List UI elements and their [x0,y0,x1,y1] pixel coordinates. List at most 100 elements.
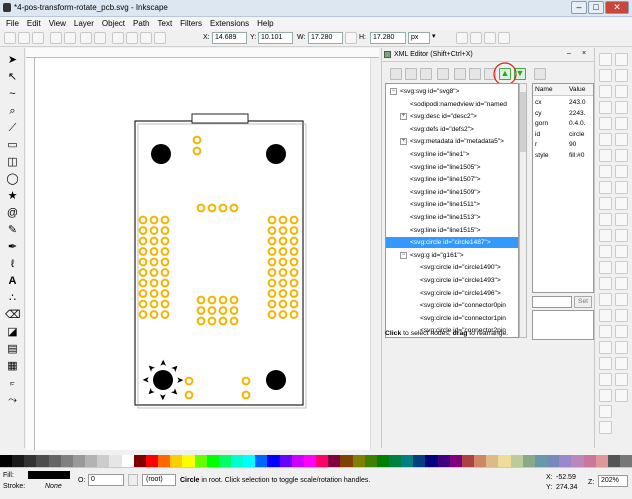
palette-swatch[interactable] [583,455,596,467]
snap-toggle-icon[interactable] [615,213,628,226]
unlink-clone-icon[interactable] [599,309,612,322]
bucket-tool-icon[interactable]: ◪ [5,325,20,340]
palette-swatch[interactable] [352,455,365,467]
snap-toggle-icon[interactable] [615,117,628,130]
import-icon[interactable] [599,117,612,130]
indent-node-icon[interactable] [469,68,481,80]
palette-swatch[interactable] [170,455,183,467]
palette-swatch[interactable] [255,455,268,467]
xml-node-tree[interactable]: − <svg:svg id="svg8"> <sodipodi:namedview … [385,83,519,338]
palette-swatch[interactable] [230,455,244,467]
xml-node[interactable]: <svg:desc id="desc2"> [410,111,477,122]
xml-node[interactable]: <svg:line id="line1509"> [410,187,481,198]
palette-swatch[interactable] [291,455,304,467]
palette-swatch[interactable] [182,455,195,467]
xml-node[interactable]: <svg:circle id="connector0pin [420,300,506,311]
attr-name[interactable]: r [535,140,537,150]
text-font-icon[interactable] [599,373,612,386]
star-tool-icon[interactable]: ★ [5,189,20,204]
palette-swatch[interactable] [12,455,25,467]
palette-swatch[interactable] [24,455,37,467]
raise-icon[interactable] [140,32,152,44]
node-expander-icon[interactable]: + [400,113,407,121]
menu-extensions[interactable]: Extensions [210,19,249,28]
snap-toggle-icon[interactable] [615,53,628,66]
canvas[interactable]: ➤ ➤ ➤ ➤ ➤ ➤ ➤ ➤ [35,58,370,450]
snap-toggle-icon[interactable] [615,325,628,338]
panel-close-icon[interactable]: × [582,50,586,57]
palette-swatch[interactable] [401,455,414,467]
group-icon[interactable] [599,325,612,338]
spray-tool-icon[interactable]: ∴ [5,291,20,306]
close-button[interactable]: ✕ [605,1,629,14]
zoom-drawing-icon[interactable] [599,245,612,258]
tree-scroll-thumb[interactable] [520,92,526,152]
snap-toggle-icon[interactable] [615,261,628,274]
palette-swatch[interactable] [449,455,462,467]
menu-text[interactable]: Text [158,19,173,28]
palette-swatch[interactable] [85,455,98,467]
palette-swatch[interactable] [218,455,231,467]
ungroup-icon[interactable] [599,341,612,354]
palette-swatch[interactable] [474,455,487,467]
palette-swatch[interactable] [510,455,523,467]
node-expander-icon[interactable]: − [400,251,407,259]
xml-node[interactable]: <svg:circle id="connector1pin [420,313,506,324]
snap-toggle-icon[interactable] [615,389,628,402]
xml-node[interactable]: <svg:line id="line1511"> [410,199,480,210]
maximize-button[interactable]: □ [588,1,604,14]
scale-corners-icon[interactable] [470,32,482,44]
palette-swatch[interactable] [60,455,73,467]
deselect-icon[interactable] [32,32,44,44]
palette-swatch[interactable] [158,455,171,467]
palette-swatch[interactable] [316,455,329,467]
pen-tool-icon[interactable]: ✒ [5,240,20,255]
menu-view[interactable]: View [49,19,66,28]
snap-toggle-icon[interactable] [615,149,628,162]
palette-swatch[interactable] [145,455,159,467]
palette-swatch[interactable] [571,455,584,467]
fill-stroke-icon[interactable] [599,357,612,370]
node-tool-icon[interactable]: ↖ [5,70,20,85]
palette-swatch[interactable] [340,455,353,467]
palette-swatch[interactable] [486,455,499,467]
xml-node[interactable]: <svg:circle id="circle1490"> [420,262,501,273]
move-patterns-icon[interactable] [498,32,510,44]
mesh-tool-icon[interactable]: ▦ [5,359,20,374]
xml-node[interactable]: <svg:line id="line1507"> [410,174,481,185]
measure-tool-icon[interactable]: ⟋ [5,121,20,136]
copy-icon[interactable] [599,181,612,194]
attribute-table[interactable]: Name Value cx 243.0 cy 2243. gorn 0.4.0. id cir… [532,83,594,293]
save-icon[interactable] [599,85,612,98]
attr-name[interactable]: id [535,130,540,140]
attr-name[interactable]: cx [535,98,542,108]
snap-toggle-icon[interactable] [615,229,628,242]
zoom-field[interactable]: 202% [598,475,628,487]
flip-vertical-icon[interactable] [94,32,106,44]
select-all-icon[interactable] [4,32,16,44]
palette-swatch[interactable] [36,455,49,467]
attr-name[interactable]: gorn [535,119,548,129]
x-field[interactable]: 14.689 [212,32,247,44]
export-icon[interactable] [599,133,612,146]
palette-swatch[interactable] [376,455,389,467]
snap-toggle-icon[interactable] [615,341,628,354]
dropper-tool-icon[interactable]: ⟔ [5,376,20,391]
calligraphy-tool-icon[interactable]: ℓ [5,257,20,272]
h-field[interactable]: 17.280 [370,32,406,44]
palette-swatch[interactable] [425,455,438,467]
attr-value[interactable]: 0.4.0. [569,119,586,129]
palette-swatch[interactable] [194,455,207,467]
xml-editor-icon[interactable] [599,389,612,402]
ellipse-tool-icon[interactable]: ◯ [5,172,20,187]
unit-select[interactable]: px [408,32,430,44]
palette-swatch[interactable] [498,455,511,467]
node-expander-icon[interactable]: + [400,138,407,146]
y-field[interactable]: 10.101 [258,32,293,44]
palette-swatch[interactable] [619,455,632,467]
palette-swatch[interactable] [206,455,219,467]
3d-box-tool-icon[interactable]: ◫ [5,155,20,170]
snap-toggle-icon[interactable] [615,181,628,194]
lower-bottom-icon[interactable] [112,32,124,44]
rotate-cw-icon[interactable] [64,32,76,44]
